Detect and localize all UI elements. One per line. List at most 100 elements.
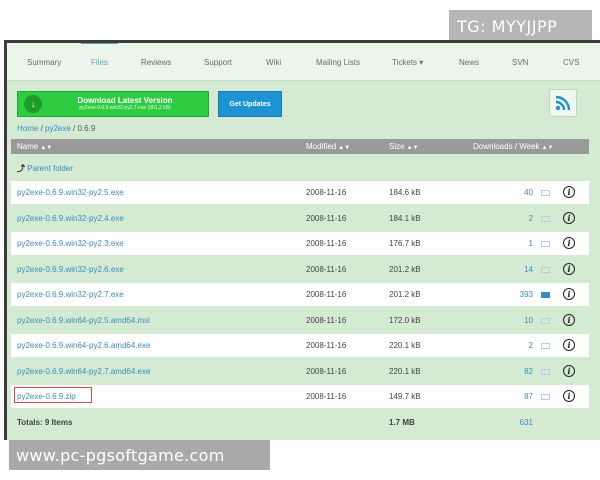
sourceforge-files-page: Summary Files Reviews Support Wiki Maili… — [4, 40, 600, 440]
file-size: 172.0 kB — [389, 315, 421, 325]
file-name-link[interactable]: py2exe-0.6.9.win32-py2.3.exe — [17, 239, 124, 248]
col-downloads-header[interactable]: Downloads / Week ▲▼ — [473, 142, 553, 151]
download-chart-icon — [541, 241, 550, 247]
download-chart-icon — [541, 343, 550, 349]
file-downloads[interactable]: 1 — [529, 239, 533, 248]
rss-button[interactable] — [549, 89, 577, 117]
info-icon[interactable]: i — [563, 288, 575, 300]
file-size: 176.7 kB — [389, 239, 421, 248]
download-subtitle: py2exe-0.6.9.win32-py2.7.exe (301.2 kB) — [79, 104, 171, 111]
download-latest-button[interactable]: ↓ Download Latest Version py2exe-0.6.9.w… — [17, 91, 209, 117]
tab-news[interactable]: News — [459, 58, 479, 67]
tab-tickets[interactable]: Tickets ▾ — [392, 58, 423, 67]
tab-summary[interactable]: Summary — [27, 58, 61, 67]
file-name-link[interactable]: py2exe-0.6.9.win64-py2.7.amd64.exe — [17, 367, 150, 376]
file-size: 220.1 kB — [389, 341, 421, 350]
file-size: 184.6 kB — [389, 188, 421, 197]
breadcrumb-project[interactable]: py2exe — [45, 124, 71, 133]
info-icon[interactable]: i — [563, 313, 575, 326]
file-name-link[interactable]: py2exe-0.6.9.win32-py2.7.exe — [17, 290, 124, 299]
file-modified: 2008-11-16 — [306, 341, 347, 350]
highlight-box — [14, 387, 92, 403]
file-downloads[interactable]: 10 — [524, 316, 533, 325]
col-modified-header[interactable]: Modified ▲▼ — [306, 142, 350, 151]
file-modified: 2008-11-16 — [306, 315, 347, 325]
parent-folder-row[interactable]: ⤴ Parent folder — [11, 156, 589, 179]
info-icon[interactable]: i — [563, 186, 575, 198]
download-chart-icon — [541, 368, 550, 375]
col-size-header[interactable]: Size ▲▼ — [389, 142, 418, 151]
table-row: py2exe-0.6.9.win32-py2.6.exe 2008-11-16 20… — [11, 257, 589, 281]
file-downloads[interactable]: 14 — [524, 265, 533, 274]
sort-icon: ▲▼ — [541, 145, 554, 151]
file-size: 184.1 kB — [389, 213, 421, 223]
tab-mailing-lists[interactable]: Mailing Lists — [316, 58, 360, 67]
file-size: 201.2 kB — [389, 264, 421, 274]
totals-size: 1.7 MB — [389, 418, 415, 427]
rss-icon — [555, 95, 571, 111]
table-row: py2exe-0.6.9.win64-py2.6.amd64.exe 2008-1… — [11, 334, 589, 357]
sort-icon: ▲▼ — [40, 145, 53, 151]
file-name-link[interactable]: py2exe-0.6.9.win32-py2.4.exe — [17, 214, 124, 223]
table-row: py2exe-0.6.9.win32-py2.4.exe 2008-11-16 18… — [11, 206, 589, 230]
file-downloads[interactable]: 87 — [524, 392, 533, 401]
file-modified: 2008-11-16 — [306, 392, 347, 401]
tab-svn[interactable]: SVN — [512, 58, 528, 67]
breadcrumb-current: 0.6.9 — [77, 124, 96, 133]
download-chart-icon — [541, 215, 550, 222]
table-header: Name ▲▼ Modified ▲▼ Size ▲▼ Downloads / Wee… — [11, 139, 589, 154]
col-name-header[interactable]: Name ▲▼ — [17, 142, 52, 151]
file-name-link[interactable]: py2exe-0.6.9.win32-py2.5.exe — [17, 188, 124, 197]
file-size: 201.2 kB — [389, 290, 421, 299]
project-nav: Summary Files Reviews Support Wiki Maili… — [7, 43, 600, 81]
totals-row: Totals: 9 Items 1.7 MB 631 — [11, 411, 589, 433]
totals-downloads: 631 — [519, 418, 533, 427]
file-size: 149.7 kB — [389, 392, 421, 401]
info-icon[interactable]: i — [563, 390, 575, 402]
file-downloads[interactable]: 40 — [524, 188, 533, 197]
file-modified: 2008-11-16 — [306, 264, 347, 274]
file-downloads[interactable]: 82 — [524, 367, 533, 376]
watermark-bottom: www.pc-pgsoftgame.com — [9, 440, 270, 470]
file-downloads[interactable]: 393 — [520, 290, 533, 299]
download-chart-icon — [541, 394, 550, 400]
file-downloads[interactable]: 2 — [529, 341, 533, 350]
tab-files[interactable]: Files — [81, 43, 118, 67]
table-row: py2exe-0.6.9.win32-py2.7.exe 2008-11-16 20… — [11, 283, 589, 306]
file-modified: 2008-11-16 — [306, 239, 347, 248]
tab-reviews[interactable]: Reviews — [141, 58, 171, 67]
download-chart-icon — [541, 266, 550, 273]
tab-wiki[interactable]: Wiki — [266, 58, 281, 67]
download-chart-icon — [541, 292, 550, 298]
download-arrow-icon: ↓ — [24, 95, 42, 113]
parent-folder-icon: ⤴ — [17, 164, 25, 173]
file-size: 220.1 kB — [389, 366, 421, 376]
info-icon[interactable]: i — [563, 262, 575, 275]
sort-icon: ▲▼ — [406, 145, 419, 151]
file-name-link[interactable]: py2exe-0.6.9.win64-py2.5.amd64.msi — [17, 316, 150, 325]
download-chart-icon — [541, 317, 550, 324]
file-name-link[interactable]: py2exe-0.6.9.win32-py2.6.exe — [17, 265, 124, 274]
table-row: py2exe-0.6.9.zip 2008-11-16 149.7 kB 87 i — [11, 385, 589, 408]
table-row: py2exe-0.6.9.win64-py2.7.amd64.exe 2008-1… — [11, 359, 589, 383]
tab-cvs[interactable]: CVS — [563, 58, 579, 67]
breadcrumb-home[interactable]: Home — [17, 124, 38, 133]
info-icon[interactable]: i — [563, 339, 575, 351]
tab-support[interactable]: Support — [204, 58, 232, 67]
file-modified: 2008-11-16 — [306, 366, 347, 376]
table-row: py2exe-0.6.9.win64-py2.5.amd64.msi 2008-1… — [11, 308, 589, 332]
download-chart-icon — [541, 190, 550, 196]
get-updates-button[interactable]: Get Updates — [218, 91, 282, 117]
file-modified: 2008-11-16 — [306, 213, 347, 223]
sort-icon: ▲▼ — [338, 145, 351, 151]
parent-folder-label: Parent folder — [27, 164, 74, 173]
file-name-link[interactable]: py2exe-0.6.9.win64-py2.6.amd64.exe — [17, 341, 150, 350]
info-icon[interactable]: i — [563, 237, 575, 249]
info-icon[interactable]: i — [563, 364, 575, 377]
file-modified: 2008-11-16 — [306, 290, 347, 299]
file-downloads[interactable]: 2 — [529, 214, 533, 223]
totals-label: Totals: 9 Items — [17, 418, 73, 427]
info-icon[interactable]: i — [563, 211, 575, 224]
breadcrumb: Home / py2exe / 0.6.9 — [17, 124, 96, 133]
file-modified: 2008-11-16 — [306, 188, 347, 197]
